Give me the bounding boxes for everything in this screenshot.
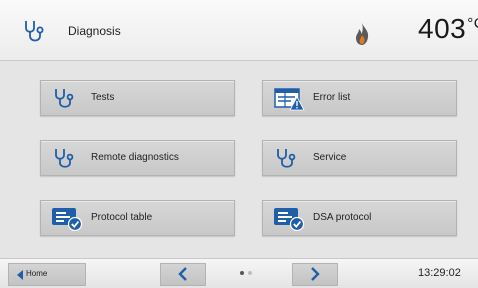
error-list-icon (274, 88, 305, 111)
tile-label: Remote diagnostics (91, 152, 179, 163)
tests-button[interactable]: Tests (40, 80, 235, 116)
temperature-readout: 403°C (418, 13, 478, 45)
diagnosis-screen: Diagnosis 403°C Tests (0, 0, 478, 288)
home-button[interactable]: Home (8, 263, 86, 286)
next-page-button[interactable] (292, 263, 338, 286)
stethoscope-icon (55, 89, 74, 108)
header-bar: Diagnosis 403°C (0, 0, 478, 61)
footer-bar: Home 13:29:02 (0, 258, 478, 288)
stethoscope-icon (277, 149, 296, 168)
protocol-icon (274, 208, 305, 231)
error-list-button[interactable]: Error list (262, 80, 457, 116)
service-button[interactable]: Service (262, 140, 457, 176)
dsa-protocol-button[interactable]: DSA protocol (262, 200, 457, 236)
tile-label: DSA protocol (313, 212, 372, 223)
tile-label: Error list (313, 92, 351, 103)
back-arrow-icon (17, 270, 23, 280)
page-indicator (238, 271, 258, 277)
chevron-left-icon (178, 267, 187, 281)
tile-label: Protocol table (91, 212, 153, 223)
protocol-icon (52, 208, 83, 231)
tile-label: Service (313, 152, 347, 163)
page-title: Diagnosis (68, 24, 121, 38)
home-label: Home (26, 269, 48, 278)
protocol-table-button[interactable]: Protocol table (40, 200, 235, 236)
stethoscope-icon (25, 21, 44, 42)
clock: 13:29:02 (418, 267, 461, 279)
page-dot-active (240, 271, 244, 275)
temperature-unit: °C (467, 15, 478, 32)
previous-page-button[interactable] (160, 263, 206, 286)
tile-label: Tests (91, 92, 115, 103)
stethoscope-icon (55, 149, 74, 168)
tile-grid: Tests Error list Remote diagnostics Serv… (0, 61, 478, 258)
temperature-value: 403 (418, 13, 467, 44)
remote-diagnostics-button[interactable]: Remote diagnostics (40, 140, 235, 176)
chevron-right-icon (311, 267, 320, 281)
page-dot (248, 271, 252, 275)
flame-icon (356, 23, 369, 45)
